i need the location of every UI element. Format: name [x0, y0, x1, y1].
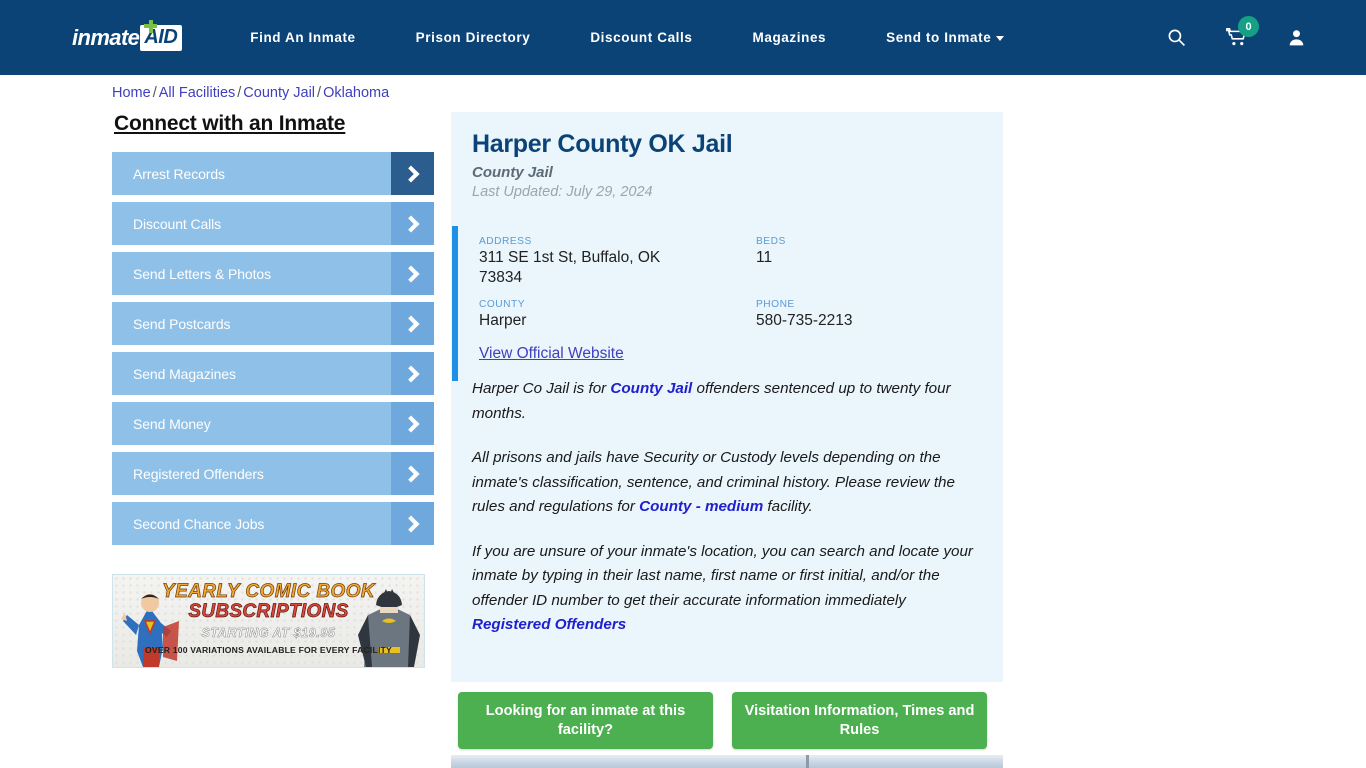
description-paragraph-1: Harper Co Jail is for County Jail offend… — [472, 377, 981, 426]
chevron-right-icon — [391, 202, 434, 245]
nav-label: Send to Inmate — [886, 30, 992, 45]
field-value: 580-735-2213 — [756, 312, 853, 329]
chevron-right-icon — [391, 152, 434, 195]
p1-text-a: Harper Co Jail is for — [472, 380, 611, 397]
sidebar-item-registered-offenders[interactable]: Registered Offenders — [112, 452, 434, 495]
field-beds: BEDS 11 — [756, 236, 1003, 288]
sidebar-item-label: Send Letters & Photos — [112, 252, 391, 295]
facility-type: County Jail — [472, 164, 553, 181]
ad-line-4: OVER 100 VARIATIONS AVAILABLE FOR EVERY … — [145, 645, 392, 655]
field-label: COUNTY — [479, 299, 526, 310]
field-address: ADDRESS 311 SE 1st St, Buffalo, OK 73834 — [479, 236, 756, 288]
facility-description: Harper Co Jail is for County Jail offend… — [451, 377, 1003, 638]
breadcrumb-item-county-jail[interactable]: County Jail — [243, 85, 315, 101]
cart-count-badge: 0 — [1238, 16, 1259, 37]
sidebar-title: Connect with an Inmate — [114, 112, 346, 135]
accent-bar — [452, 226, 458, 381]
field-value: 11 — [756, 249, 773, 266]
p3-text-a: If you are unsure of your inmate's locat… — [472, 542, 973, 609]
description-paragraph-3: If you are unsure of your inmate's locat… — [472, 540, 981, 638]
breadcrumb-item-all-facilities[interactable]: All Facilities — [159, 85, 236, 101]
sidebar-item-send-money[interactable]: Send Money — [112, 402, 434, 445]
sidebar-item-label: Discount Calls — [112, 202, 391, 245]
sidebar-item-send-magazines[interactable]: Send Magazines — [112, 352, 434, 395]
sidebar-item-label: Send Money — [112, 402, 391, 445]
facility-photo — [451, 755, 1003, 768]
field-value: Harper — [479, 312, 527, 329]
sidebar-item-discount-calls[interactable]: Discount Calls — [112, 202, 434, 245]
cart-icon[interactable]: 0 — [1226, 16, 1259, 48]
chevron-right-icon — [391, 252, 434, 295]
field-label: PHONE — [756, 299, 795, 310]
facility-last-updated: Last Updated: July 29, 2024 — [472, 184, 653, 200]
chevron-right-icon — [391, 452, 434, 495]
site-logo[interactable]: inmate AID — [72, 19, 183, 53]
nav-item-find-an-inmate[interactable]: Find An Inmate — [250, 30, 355, 45]
nav-item-send-to-inmate[interactable]: Send to Inmate — [886, 30, 1005, 45]
breadcrumb-separator: / — [317, 85, 322, 101]
logo-wordmark: inmate — [72, 24, 140, 50]
search-icon[interactable] — [1167, 28, 1186, 47]
photo-pole — [806, 755, 809, 768]
p2-link-county-medium[interactable]: County - medium — [639, 498, 763, 515]
sidebar-item-label: Second Chance Jobs — [112, 502, 391, 545]
sidebar: Connect with an Inmate Arrest Records Di… — [112, 112, 434, 552]
ad-line-1: YEARLY COMIC BOOK — [162, 581, 375, 603]
green-plus-icon — [144, 19, 157, 33]
visitation-information-button[interactable]: Visitation Information, Times and Rules — [732, 692, 987, 749]
sidebar-item-label: Send Magazines — [112, 352, 391, 395]
field-value: 311 SE 1st St, Buffalo, OK 73834 — [479, 249, 661, 286]
page-title: Harper County OK Jail — [472, 130, 733, 158]
comic-book-ad-banner[interactable]: YEARLY COMIC BOOK SUBSCRIPTIONS STARTING… — [112, 574, 425, 668]
nav-label: Discount Calls — [590, 30, 693, 45]
looking-for-inmate-button[interactable]: Looking for an inmate at this facility? — [458, 692, 713, 749]
field-county: COUNTY Harper — [479, 299, 756, 331]
sidebar-item-label: Registered Offenders — [112, 452, 391, 495]
field-label: BEDS — [756, 236, 786, 247]
field-label: ADDRESS — [479, 236, 532, 247]
breadcrumb-separator: / — [237, 85, 242, 101]
breadcrumb-separator: / — [152, 85, 157, 101]
p3-link-registered-offenders[interactable]: Registered Offenders — [472, 616, 626, 633]
chevron-right-icon — [391, 352, 434, 395]
p2-text-b: facility. — [763, 498, 813, 515]
main-navigation: Find An Inmate Prison Directory Discount… — [250, 30, 1005, 45]
ad-line-2: SUBSCRIPTIONS — [188, 601, 349, 623]
header-icon-group: 0 — [1127, 0, 1306, 75]
nav-label: Magazines — [752, 30, 827, 45]
breadcrumb: Home / All Facilities / County Jail / Oklahoma — [112, 85, 389, 101]
breadcrumb-item-oklahoma[interactable]: Oklahoma — [323, 85, 389, 101]
nav-item-magazines[interactable]: Magazines — [752, 30, 826, 45]
sidebar-item-label: Arrest Records — [112, 152, 391, 195]
cta-button-row: Looking for an inmate at this facility? … — [458, 692, 1003, 749]
user-icon[interactable] — [1287, 28, 1306, 47]
sidebar-item-second-chance-jobs[interactable]: Second Chance Jobs — [112, 502, 434, 545]
p1-link-county-jail[interactable]: County Jail — [610, 380, 692, 397]
field-phone: PHONE 580-735-2213 — [756, 299, 1003, 331]
view-official-website-link[interactable]: View Official Website — [479, 345, 624, 363]
nav-item-prison-directory[interactable]: Prison Directory — [416, 30, 531, 45]
nav-label: Find An Inmate — [250, 30, 356, 45]
ad-line-3: STARTING AT $19.95 — [201, 626, 336, 641]
description-paragraph-2: All prisons and jails have Security or C… — [472, 446, 981, 520]
sidebar-item-send-postcards[interactable]: Send Postcards — [112, 302, 434, 345]
chevron-right-icon — [391, 502, 434, 545]
sidebar-item-label: Send Postcards — [112, 302, 391, 345]
nav-label: Prison Directory — [415, 30, 531, 45]
sidebar-item-send-letters-photos[interactable]: Send Letters & Photos — [112, 252, 434, 295]
chevron-down-icon — [996, 35, 1005, 41]
nav-item-discount-calls[interactable]: Discount Calls — [590, 30, 692, 45]
facility-info-block: ADDRESS 311 SE 1st St, Buffalo, OK 73834… — [451, 226, 1003, 381]
breadcrumb-item-home[interactable]: Home — [112, 85, 151, 101]
chevron-right-icon — [391, 302, 434, 345]
chevron-right-icon — [391, 402, 434, 445]
sidebar-item-arrest-records[interactable]: Arrest Records — [112, 152, 434, 195]
facility-card: Harper County OK Jail County Jail Last U… — [451, 112, 1003, 682]
site-header: inmate AID Find An Inmate Prison Directo… — [0, 0, 1366, 75]
